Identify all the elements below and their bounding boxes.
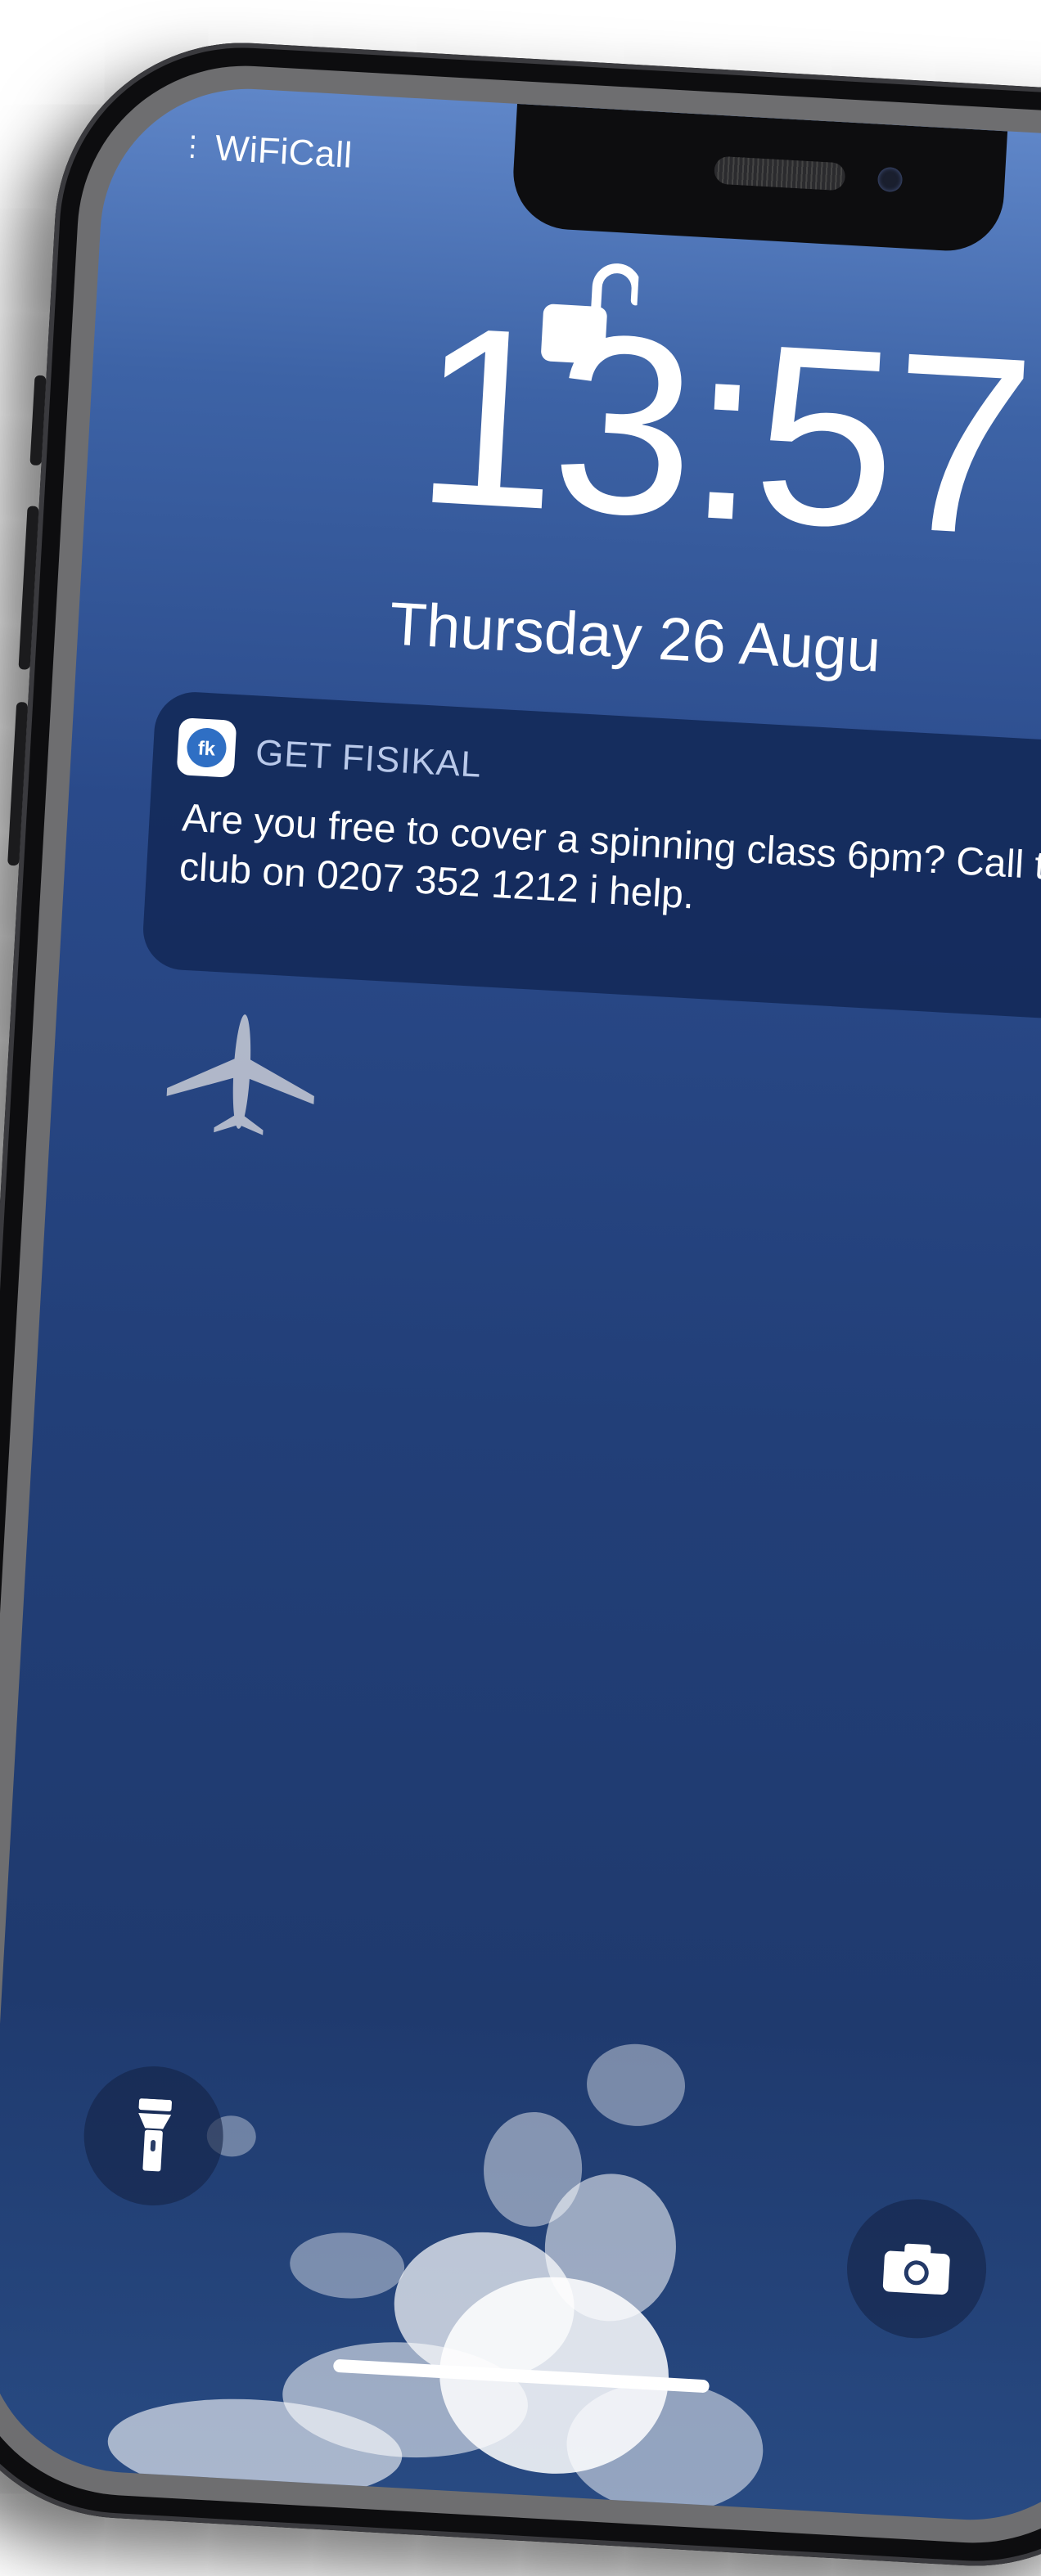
airplane-image (166, 1014, 314, 1135)
silent-switch (29, 375, 47, 466)
svg-text:fk: fk (197, 737, 216, 760)
notch (510, 103, 1008, 254)
status-bar-carrier: ⋮ WiFiCall (178, 126, 354, 177)
notification-card[interactable]: fk GET FISIKAL Are you free to cover a s… (141, 690, 1041, 1023)
lock-screen-date: Thursday 26 Augu (388, 589, 883, 685)
earpiece-speaker (713, 155, 846, 191)
notification-app-name: GET FISIKAL (254, 732, 483, 785)
camera-button[interactable] (843, 2195, 990, 2342)
flashlight-icon (138, 2098, 172, 2172)
camera-icon (882, 2243, 950, 2295)
volume-down-button (7, 701, 29, 866)
front-camera (877, 166, 904, 193)
notification-message: Are you free to cover a spinning class 6… (178, 796, 1041, 918)
clouds-image (107, 2043, 764, 2513)
volume-up-button (18, 506, 39, 670)
carrier-label: WiFiCall (214, 128, 354, 176)
lock-screen-time: 13:57 (410, 272, 1035, 590)
lock-screen[interactable]: ⋮ WiFiCall 13:57 Thursday 26 Augu fk GET … (0, 81, 1041, 2528)
phone-frame: ⋮ WiFiCall 13:57 Thursday 26 Augu fk GET … (0, 33, 1041, 2576)
get-fisikal-logo-icon: fk (176, 717, 237, 778)
signal-bars-icon: ⋮ (178, 129, 209, 163)
